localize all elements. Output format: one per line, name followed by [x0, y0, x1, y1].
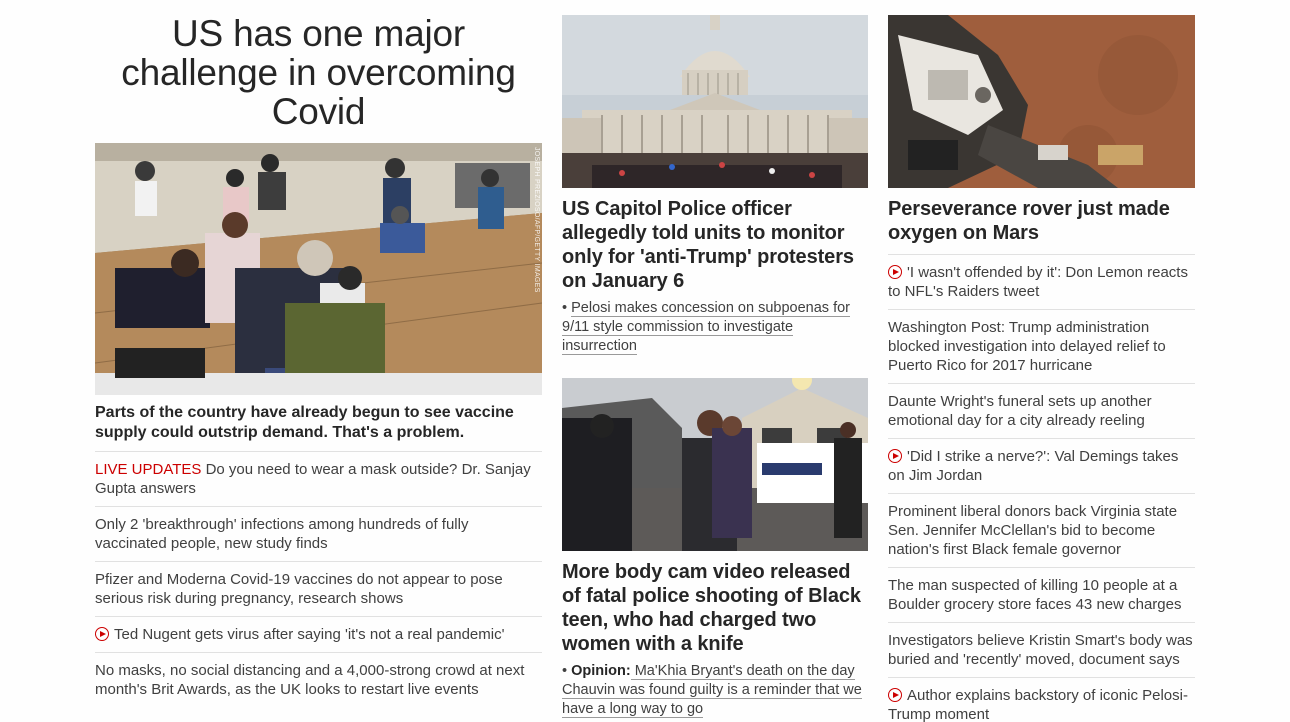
- list-item[interactable]: LIVE UPDATES Do you need to wear a mask …: [95, 451, 542, 506]
- list-item[interactable]: No masks, no social distancing and a 4,0…: [95, 652, 542, 707]
- mars-rover-photo[interactable]: [888, 15, 1195, 188]
- sublink-text: Pelosi makes concession on subpoenas for…: [562, 300, 850, 355]
- opinion-label: Opinion:: [571, 663, 631, 679]
- bullet: •: [562, 663, 572, 679]
- list-item-text: Prominent liberal donors back Virginia s…: [888, 503, 1178, 558]
- live-updates-label: LIVE UPDATES: [95, 461, 202, 478]
- list-item-text: Investigators believe Kristin Smart's bo…: [888, 632, 1193, 668]
- list-item-text: No masks, no social distancing and a 4,0…: [95, 662, 525, 698]
- list-item-text: Only 2 'breakthrough' infections among h…: [95, 516, 469, 552]
- list-item[interactable]: Investigators believe Kristin Smart's bo…: [888, 622, 1195, 677]
- list-item-text: 'I wasn't offended by it': Don Lemon rea…: [888, 264, 1188, 300]
- list-item[interactable]: Washington Post: Trump administration bl…: [888, 309, 1195, 383]
- vigil-photo[interactable]: [562, 378, 868, 551]
- lead-column: US has one major challenge in overcoming…: [95, 0, 542, 707]
- list-item-text: Author explains backstory of iconic Pelo…: [888, 687, 1188, 722]
- list-item-text: 'Did I strike a nerve?': Val Demings tak…: [888, 448, 1179, 484]
- list-item[interactable]: Only 2 'breakthrough' infections among h…: [95, 506, 542, 561]
- capitol-photo[interactable]: [562, 15, 868, 188]
- list-item-text: Washington Post: Trump administration bl…: [888, 319, 1166, 374]
- lead-caption[interactable]: Parts of the country have already begun …: [95, 403, 542, 451]
- list-item-text: The man suspected of killing 10 people a…: [888, 577, 1182, 613]
- list-item[interactable]: Pfizer and Moderna Covid-19 vaccines do …: [95, 561, 542, 616]
- list-item[interactable]: Author explains backstory of iconic Pelo…: [888, 677, 1195, 722]
- bodycam-headline[interactable]: More body cam video released of fatal po…: [562, 560, 868, 656]
- lead-story-list: LIVE UPDATES Do you need to wear a mask …: [95, 451, 542, 707]
- list-item-text: Pfizer and Moderna Covid-19 vaccines do …: [95, 571, 503, 607]
- play-video-icon: [95, 627, 109, 641]
- list-item[interactable]: 'Did I strike a nerve?': Val Demings tak…: [888, 438, 1195, 493]
- pelosi-sublink[interactable]: • Pelosi makes concession on subpoenas f…: [562, 299, 868, 356]
- list-item[interactable]: Ted Nugent gets virus after saying 'it's…: [95, 616, 542, 652]
- opinion-sublink[interactable]: • Opinion: Ma'Khia Bryant's death on the…: [562, 662, 868, 719]
- vaccination-photo[interactable]: JOSEPH PREZIOSO/AFP/GETTY IMAGES: [95, 143, 542, 395]
- mars-headline[interactable]: Perseverance rover just made oxygen on M…: [888, 197, 1195, 245]
- photo-credit: JOSEPH PREZIOSO/AFP/GETTY IMAGES: [533, 147, 540, 293]
- list-item-text: Daunte Wright's funeral sets up another …: [888, 393, 1152, 429]
- middle-column: US Capitol Police officer allegedly told…: [562, 0, 868, 719]
- list-item[interactable]: Daunte Wright's funeral sets up another …: [888, 383, 1195, 438]
- bullet: •: [562, 300, 572, 316]
- play-video-icon: [888, 688, 902, 702]
- list-item[interactable]: 'I wasn't offended by it': Don Lemon rea…: [888, 254, 1195, 309]
- right-story-list: 'I wasn't offended by it': Don Lemon rea…: [888, 254, 1195, 722]
- play-video-icon: [888, 449, 902, 463]
- capitol-police-headline[interactable]: US Capitol Police officer allegedly told…: [562, 197, 868, 293]
- list-item-text: Ted Nugent gets virus after saying 'it's…: [114, 626, 505, 643]
- list-item[interactable]: Prominent liberal donors back Virginia s…: [888, 493, 1195, 567]
- right-column: Perseverance rover just made oxygen on M…: [888, 0, 1195, 722]
- list-item[interactable]: The man suspected of killing 10 people a…: [888, 567, 1195, 622]
- lead-headline[interactable]: US has one major challenge in overcoming…: [95, 14, 542, 131]
- play-video-icon: [888, 265, 902, 279]
